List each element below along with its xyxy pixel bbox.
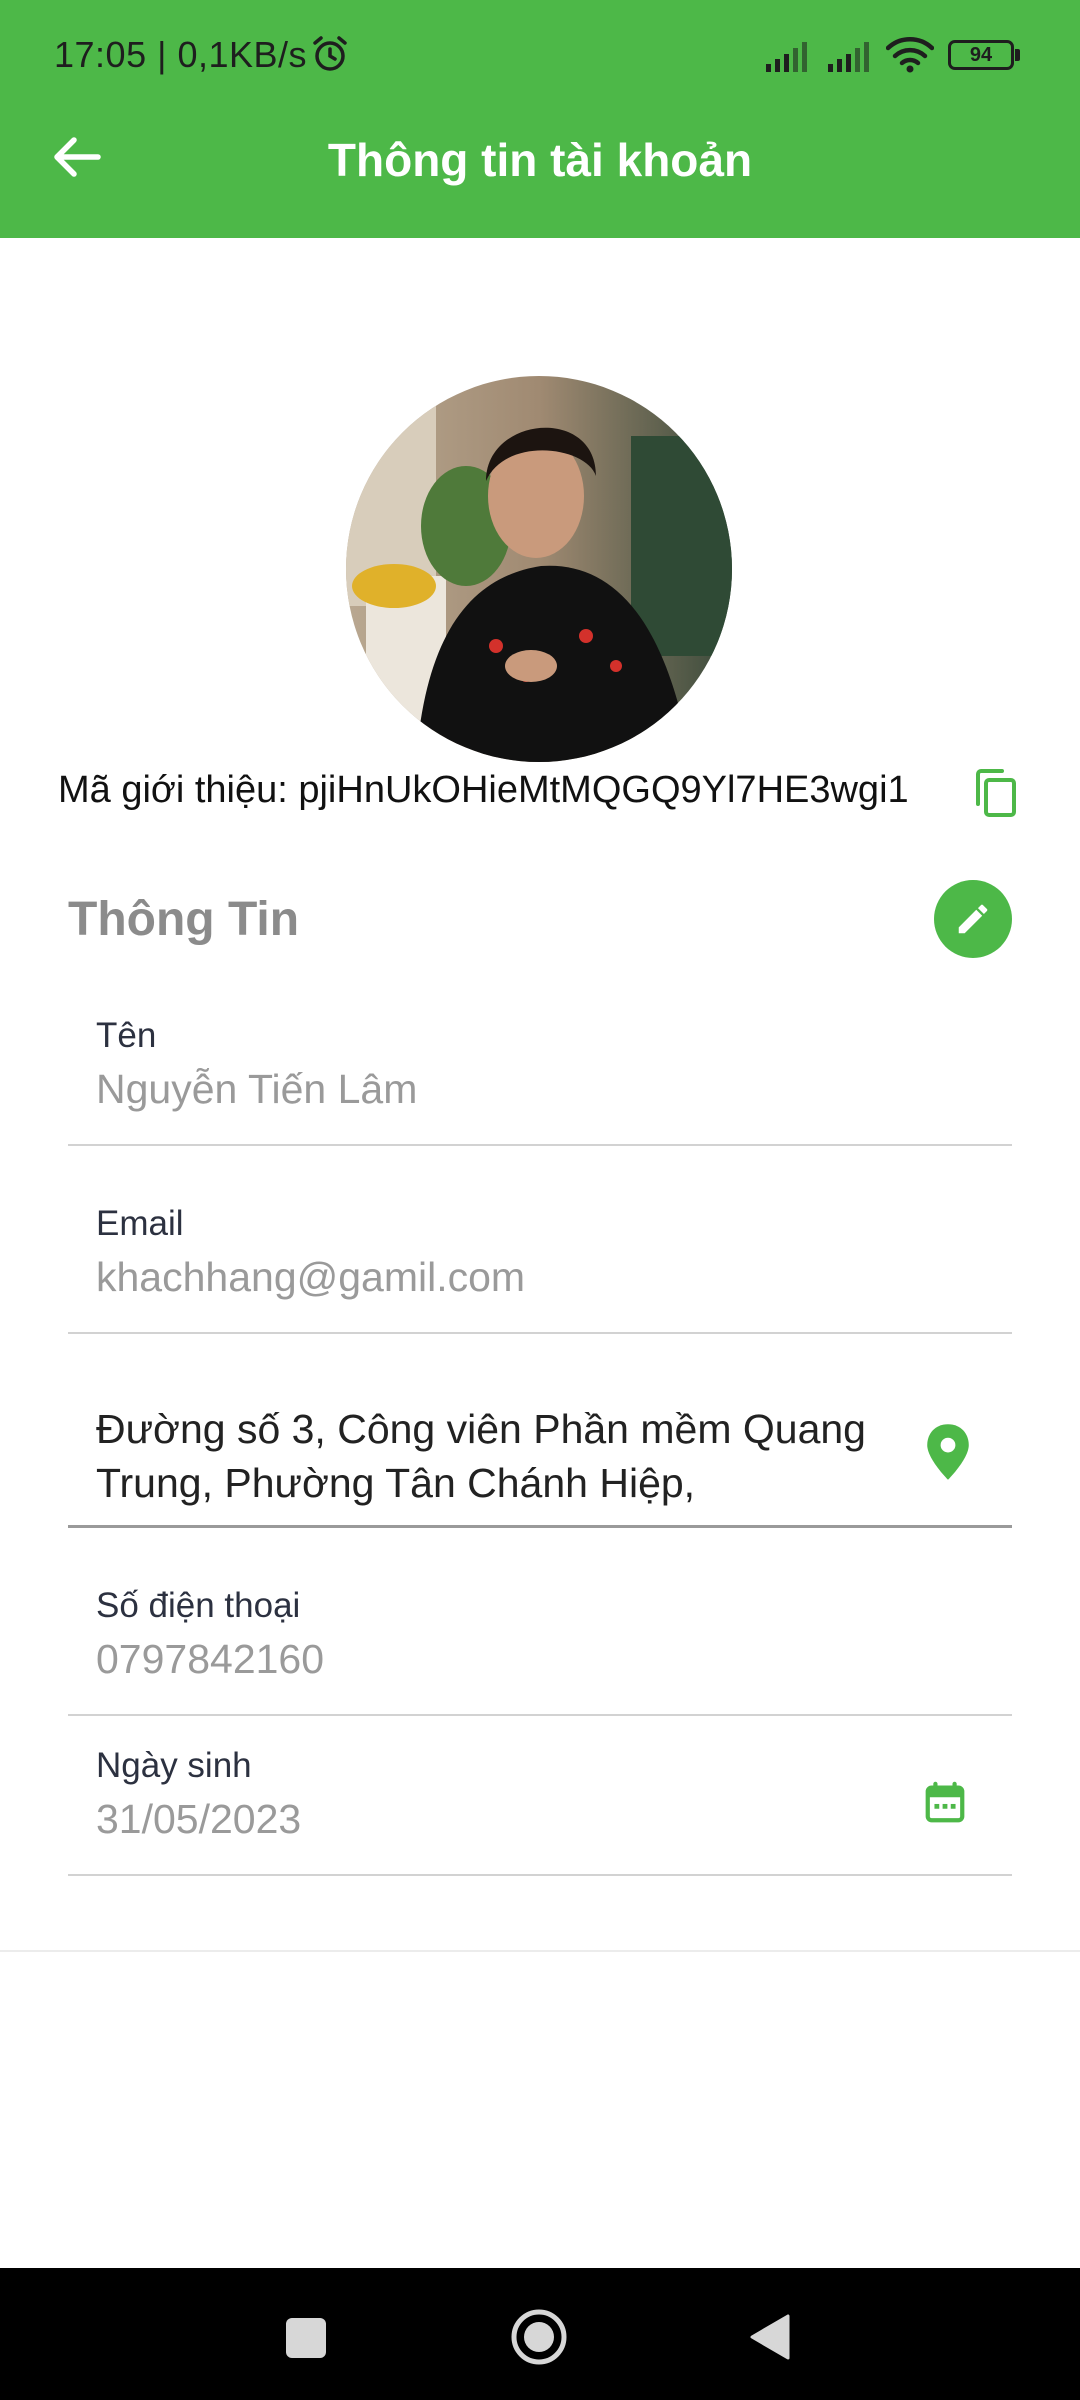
home-icon[interactable] xyxy=(510,2308,568,2366)
page-title: Thông tin tài khoản xyxy=(327,134,753,186)
section-title: Thông Tin xyxy=(68,893,300,946)
calendar-icon[interactable] xyxy=(922,1780,968,1826)
app-bar: 17:05 | 0,1KB/s 94 Thông tin tài khoản xyxy=(0,0,1080,238)
birthday-value: 31/05/2023 xyxy=(96,1796,302,1842)
signal-icon xyxy=(828,42,869,72)
nav-back-icon[interactable] xyxy=(748,2312,792,2362)
divider xyxy=(0,1950,1080,1952)
battery-level: 94 xyxy=(948,40,1014,70)
copy-icon[interactable] xyxy=(972,768,1018,818)
referral-code: pjiHnUkOHieMtMQGQ9Yl7HE3wgi1 xyxy=(298,769,909,811)
status-bar: 17:05 | 0,1KB/s 94 xyxy=(0,0,1080,110)
edit-button[interactable] xyxy=(934,880,1012,958)
pencil-icon xyxy=(958,904,988,934)
address-field[interactable]: Đường số 3, Công viên Phần mềm Quang Tru… xyxy=(68,1374,1012,1528)
email-field[interactable]: Email khachhang@gamil.com xyxy=(68,1188,1012,1334)
email-value: khachhang@gamil.com xyxy=(96,1254,526,1300)
signal-icon xyxy=(766,42,807,72)
referral-code-row: Mã giới thiệu: pjiHnUkOHieMtMQGQ9Yl7HE3w… xyxy=(58,762,1058,818)
referral-code-text: Mã giới thiệu: pjiHnUkOHieMtMQGQ9Yl7HE3w… xyxy=(58,762,909,818)
address-value: Đường số 3, Công viên Phần mềm Quang Tru… xyxy=(96,1406,866,1506)
alarm-icon xyxy=(313,36,347,71)
email-label: Email xyxy=(96,1204,184,1243)
name-field[interactable]: Tên Nguyễn Tiến Lâm xyxy=(68,1000,1012,1146)
name-label: Tên xyxy=(96,1016,157,1055)
battery-icon: 94 xyxy=(948,40,1020,70)
recents-icon[interactable] xyxy=(286,2318,326,2358)
phone-field[interactable]: Số điện thoại 0797842160 xyxy=(68,1570,1012,1716)
wifi-icon xyxy=(886,37,934,73)
birthday-field[interactable]: Ngày sinh 31/05/2023 xyxy=(68,1730,1012,1876)
location-pin-icon[interactable] xyxy=(920,1422,976,1482)
status-time: 17:05 | 0,1KB/s xyxy=(54,34,308,75)
avatar[interactable] xyxy=(346,376,732,762)
phone-label: Số điện thoại xyxy=(96,1586,301,1625)
system-nav-bar xyxy=(0,2268,1080,2400)
referral-label: Mã giới thiệu: xyxy=(58,769,299,811)
phone-value: 0797842160 xyxy=(96,1636,325,1682)
name-value: Nguyễn Tiến Lâm xyxy=(96,1066,418,1112)
birthday-label: Ngày sinh xyxy=(96,1746,252,1785)
